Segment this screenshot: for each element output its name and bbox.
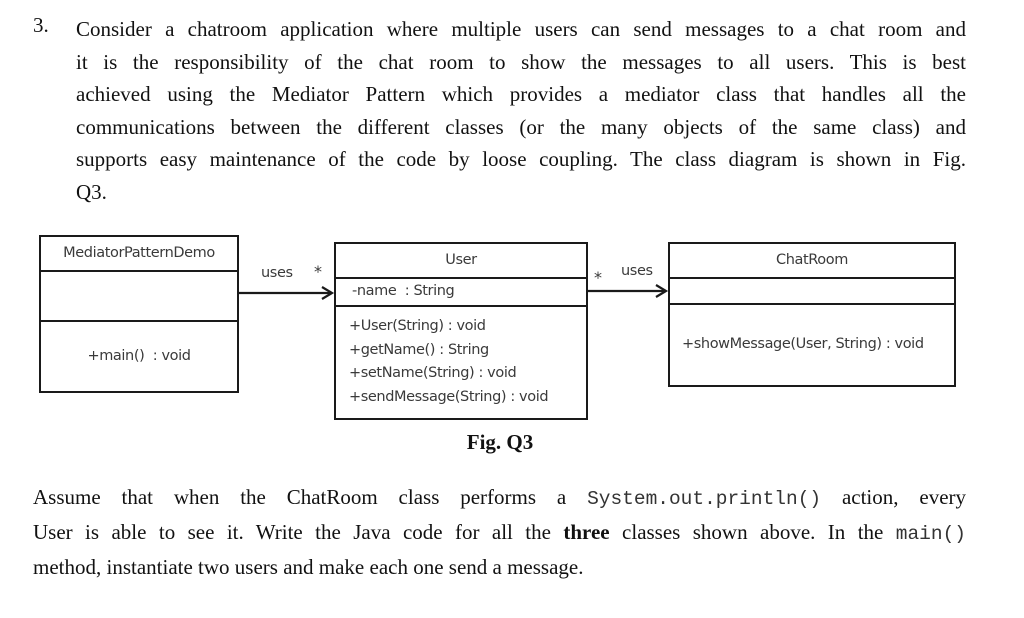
figure-caption: Fig. Q3: [466, 430, 534, 454]
instruction-line: Assume that when the ChatRoom class perf…: [33, 481, 966, 516]
text: action, every: [821, 485, 967, 509]
emphasis: three: [563, 520, 610, 544]
multiplicity-label: *: [314, 262, 322, 281]
code-snippet: main(): [895, 523, 966, 545]
code-snippet: System.out.println(): [587, 488, 822, 510]
multiplicity-label: *: [594, 268, 602, 287]
text: User is able to see it. Write the Java c…: [33, 520, 564, 544]
text: classes shown above. In the: [609, 520, 896, 544]
text: Assume that when the ChatRoom class perf…: [33, 485, 588, 509]
association-arrow-demo-to-user: [237, 286, 335, 300]
association-label: uses: [621, 263, 653, 279]
association-label: uses: [261, 265, 293, 281]
instruction-line: method, instantiate two users and make e…: [33, 555, 584, 579]
instructions: Assume that when the ChatRoom class perf…: [33, 481, 966, 584]
instruction-line: User is able to see it. Write the Java c…: [33, 516, 966, 551]
